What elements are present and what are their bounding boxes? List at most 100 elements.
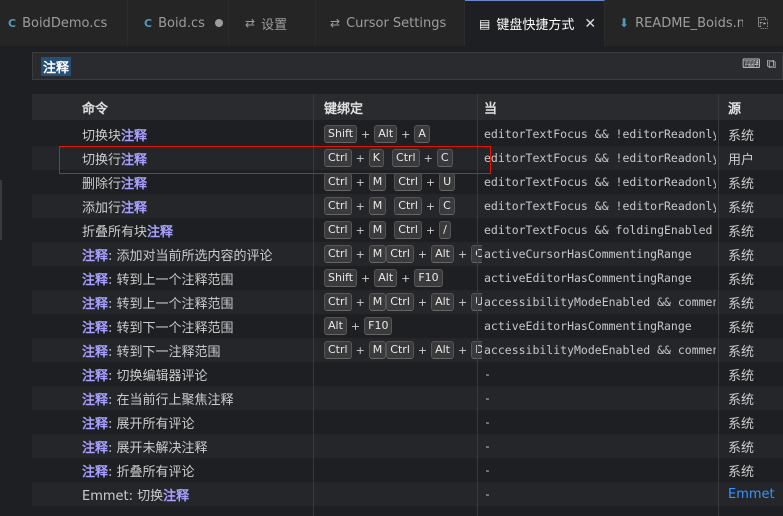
command-cell: 注释: 展开所有评论 <box>82 410 312 434</box>
keybinding-cell: Shift + Alt + A <box>324 122 482 146</box>
key-cap: Ctrl <box>324 293 352 311</box>
command-cell: 注释: 转到下一个注释范围 <box>82 314 312 338</box>
keybinding-cell <box>324 386 482 410</box>
keyboard-icon: ▤ <box>479 16 491 31</box>
record-keys-icon[interactable]: ⌨ <box>742 57 767 72</box>
key-cap: M <box>368 197 387 215</box>
tab-label: BoidDemo.cs <box>22 15 108 31</box>
table-row[interactable]: 注释: 展开所有评论 - 系统 <box>32 410 783 434</box>
key-cap: Ctrl <box>324 341 352 359</box>
table-row[interactable]: 切换块 注释 Shift + Alt + AeditorTextFocus && !edit… <box>32 122 783 146</box>
table-row[interactable]: 添加行 注释 Ctrl + M Ctrl + CeditorTextFocus && !edi… <box>32 194 783 218</box>
when-cell: editorTextFocus && !editorReadonly <box>484 127 716 141</box>
when-cell: - <box>484 367 491 381</box>
column-keybinding-header: 键绑定 <box>324 101 364 117</box>
table-row[interactable]: 注释: 转到下一个注释范围 Alt + F10 activeEditorHasComme… <box>32 314 783 338</box>
command-cell: 注释: 展开未解决注释 <box>82 434 312 458</box>
table-row[interactable]: 注释: 展开未解决注释 - 系统 <box>32 434 783 458</box>
close-icon[interactable]: ✕ <box>584 16 596 32</box>
key-cap: M <box>368 245 387 263</box>
sort-by-precedence-icon[interactable]: ⧉ <box>767 57 782 72</box>
key-cap: Alt <box>324 317 347 335</box>
table-row[interactable]: 注释: 在当前行上聚焦注释 - 系统 <box>32 386 783 410</box>
keybinding-cell: Ctrl + M Ctrl + Alt + U <box>324 290 482 314</box>
keybinding-cell: Alt + F10 <box>324 314 482 338</box>
table-row[interactable]: 注释: 转到上一个注释范围 Shift + Alt + F10 activeEditorHa… <box>32 266 783 290</box>
source-cell: 系统 <box>728 440 755 456</box>
table-row[interactable]: 注释: 转到上一个注释范围 Ctrl + M Ctrl + Alt + Uaccessibili… <box>32 290 783 314</box>
source-cell: 系统 <box>728 320 755 336</box>
command-cell: 切换块 注释 <box>82 122 312 146</box>
source-cell: 系统 <box>728 128 755 144</box>
table-row[interactable]: 注释: 转到下一注释范围 Ctrl + M Ctrl + Alt + Daccessibilit… <box>32 338 783 362</box>
key-cap: M <box>368 221 387 239</box>
tab-label: 设置 <box>261 17 288 33</box>
tab-strip: C BoidDemo.cs C Boid.cs ⇄ 设置 ⇄ Cursor Se… <box>0 0 783 46</box>
source-cell[interactable]: Emmet <box>728 482 783 506</box>
column-divider[interactable] <box>718 94 719 516</box>
command-text: : 转到上一个注释范围 <box>108 272 234 288</box>
key-cap: Alt <box>431 245 454 263</box>
tab-readme[interactable]: ⬇ README_Boids.md <box>605 0 765 46</box>
key-cap: Shift <box>324 269 358 287</box>
column-source-header: 源 <box>728 101 742 117</box>
tab-keyboard-shortcuts[interactable]: ▤ 键盘快捷方式 ✕ <box>465 0 605 46</box>
column-command-header: 命令 <box>82 101 109 117</box>
search-actions: ⌨⧉ <box>742 57 782 72</box>
markdown-file-icon: ⬇ <box>619 16 630 30</box>
search-match: 注释 <box>82 272 109 288</box>
when-cell: activeEditorHasCommentingRange <box>484 319 692 333</box>
keybinding-cell <box>324 410 482 434</box>
table-header: 命令 键绑定 当 源 <box>32 94 783 120</box>
key-cap: A <box>414 125 430 143</box>
table-row[interactable]: Emmet: 切换 注释 - Emmet <box>32 482 783 506</box>
tab-settings[interactable]: ⇄ 设置 <box>229 0 316 46</box>
search-match: 注释 <box>82 320 109 336</box>
when-cell: editorTextFocus && foldingEnabled <box>484 223 713 237</box>
command-text: 添加行 <box>82 200 122 216</box>
command-cell: 注释: 在当前行上聚焦注释 <box>82 386 312 410</box>
key-cap: Ctrl <box>394 221 422 239</box>
tab-cursor-settings[interactable]: ⇄ Cursor Settings <box>316 0 465 46</box>
command-cell: 注释: 转到下一注释范围 <box>82 338 312 362</box>
source-cell: 系统 <box>728 344 755 360</box>
command-text: 折叠所有块 <box>82 224 148 240</box>
open-changes-icon[interactable]: ⎘ <box>758 16 768 31</box>
when-cell: activeEditorHasCommentingRange <box>484 271 692 285</box>
table-row[interactable]: 注释: 添加对当前所选内容的评论 Ctrl + M Ctrl + Alt + CactiveCu… <box>32 242 783 266</box>
key-cap: Alt <box>431 293 454 311</box>
command-text: 切换块 <box>82 128 122 144</box>
key-cap: Alt <box>431 341 454 359</box>
when-cell: editorTextFocus && !editorReadonly <box>484 199 716 213</box>
table-row[interactable]: 注释: 切换编辑器评论 - 系统 <box>32 362 783 386</box>
table-row[interactable]: 注释: 折叠所有评论 - 系统 <box>32 458 783 482</box>
search-match: 注释 <box>163 488 190 504</box>
unsaved-dot-icon[interactable] <box>214 19 223 27</box>
key-cap: C <box>439 197 455 215</box>
search-match: 注释 <box>82 464 109 480</box>
source-cell: 系统 <box>728 224 755 240</box>
tab-boiddemo[interactable]: C BoidDemo.cs <box>0 0 128 46</box>
settings-icon: ⇄ <box>330 16 341 30</box>
tab-label: Cursor Settings <box>346 15 447 31</box>
tab-boid[interactable]: C Boid.cs <box>128 0 229 46</box>
settings-icon: ⇄ <box>245 16 256 30</box>
command-text: : 转到下一注释范围 <box>108 344 221 360</box>
source-cell: 系统 <box>728 296 755 312</box>
table-row[interactable]: 折叠所有块 注释 Ctrl + M Ctrl + / editorTextFocus && fo… <box>32 218 783 242</box>
search-input[interactable]: 注释 <box>41 57 72 76</box>
key-cap: F10 <box>364 317 393 335</box>
key-cap: Shift <box>324 125 358 143</box>
csharp-file-icon: C <box>8 16 17 30</box>
search-match: 注释 <box>121 176 148 192</box>
when-cell: - <box>484 415 491 429</box>
key-cap: M <box>368 341 387 359</box>
tab-label: Boid.cs <box>158 15 205 31</box>
source-cell: 系统 <box>728 416 755 432</box>
source-cell: 系统 <box>728 248 755 264</box>
keybinding-cell: Ctrl + M Ctrl + C <box>324 194 482 218</box>
when-cell: - <box>484 391 491 405</box>
command-text: : 切换编辑器评论 <box>108 368 208 384</box>
keybinding-search-box[interactable]: 注释 ⌨⧉ <box>32 52 783 80</box>
source-cell: 系统 <box>728 176 755 192</box>
